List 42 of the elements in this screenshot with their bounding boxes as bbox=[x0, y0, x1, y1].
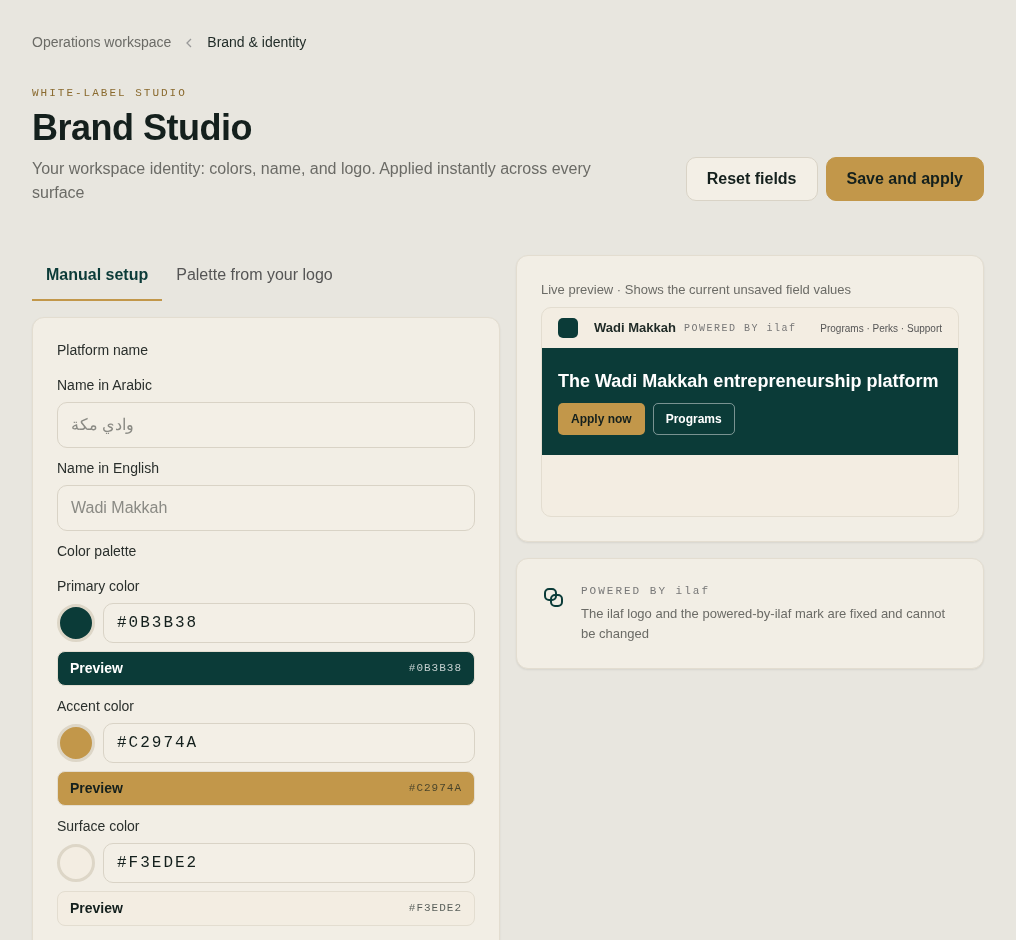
field-label: Accent color bbox=[57, 697, 136, 715]
hex-code: #0B3B38 bbox=[408, 660, 462, 676]
hero-title: The Wadi Makkah entrepreneurship platform bbox=[558, 370, 940, 394]
hex-field[interactable]: #0B3B38 bbox=[103, 602, 475, 643]
preview-caption: Live preview · Shows the current unsaved field values bbox=[541, 280, 852, 299]
preview-label: Preview bbox=[70, 778, 123, 798]
field-label: Name in Arabic bbox=[57, 376, 153, 394]
notice-text: The ilaf logo and the powered-by-ilaf mark are fixed and cannot be changed bbox=[581, 604, 947, 643]
page-title: Brand Studio bbox=[32, 105, 253, 149]
field-label: Surface color bbox=[57, 817, 141, 835]
color-swatch[interactable] bbox=[57, 723, 95, 762]
reset-button[interactable]: Reset fields bbox=[685, 156, 818, 201]
field-label: Primary color bbox=[57, 577, 141, 595]
save-button[interactable]: Save and apply bbox=[825, 156, 984, 201]
programs-button[interactable]: Programs bbox=[652, 403, 735, 436]
breadcrumb-current: Brand & identity bbox=[207, 33, 307, 52]
nav-links: Programs · Perks · Support bbox=[820, 321, 942, 336]
eyebrow-label: WHITE-LABEL STUDIO bbox=[32, 86, 188, 101]
text-field[interactable]: Wadi Makkah bbox=[57, 484, 475, 531]
hex-code: #C2974A bbox=[408, 780, 462, 796]
logo-square-icon bbox=[558, 318, 578, 339]
field-label: Name in English bbox=[57, 459, 160, 477]
hex-code: #F3EDE2 bbox=[408, 900, 462, 916]
apply-button[interactable]: Apply now bbox=[558, 403, 645, 436]
page-subtitle: Your workspace identity: colors, name, and logo. Applied instantly across every surface bbox=[32, 158, 592, 203]
breadcrumb-link[interactable]: Operations workspace bbox=[32, 32, 172, 53]
section-heading: Platform name bbox=[57, 341, 150, 359]
tab[interactable]: Palette from your logo bbox=[162, 254, 347, 301]
preview-label: Preview bbox=[70, 658, 123, 678]
section-heading: Color palette bbox=[57, 542, 138, 560]
powered-by-label: POWERED BY ilaf bbox=[683, 321, 797, 336]
tab[interactable]: Manual setup bbox=[32, 254, 163, 301]
hex-field[interactable]: #F3EDE2 bbox=[103, 842, 475, 883]
color-swatch[interactable] bbox=[57, 603, 95, 642]
linked-squares-icon bbox=[543, 587, 565, 610]
hex-field[interactable]: #C2974A bbox=[103, 722, 475, 763]
preview-label: Preview bbox=[70, 898, 123, 918]
chevron-icon bbox=[185, 37, 194, 48]
color-swatch[interactable] bbox=[57, 843, 95, 882]
notice-eyebrow: POWERED BY ilaf bbox=[581, 584, 712, 600]
brand-name: Wadi Makkah bbox=[594, 319, 676, 338]
text-field[interactable]: وادي مكة bbox=[57, 401, 475, 448]
